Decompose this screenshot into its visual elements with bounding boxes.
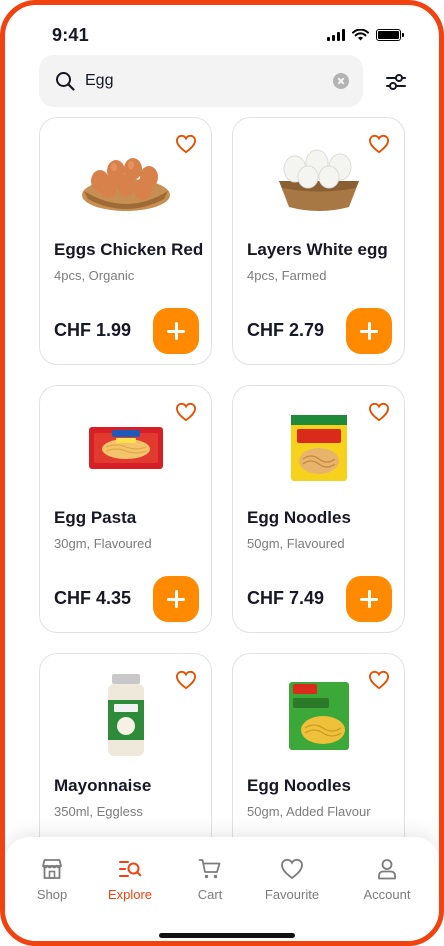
store-icon	[42, 859, 62, 879]
plus-icon	[360, 590, 378, 608]
product-name: Egg Noodles	[247, 508, 351, 527]
explore-icon	[119, 861, 142, 877]
product-image-brown-eggs	[40, 140, 211, 220]
search-input[interactable]	[85, 55, 325, 107]
product-name: Egg Pasta	[54, 508, 137, 527]
tab-favourite[interactable]: Favourite	[252, 857, 332, 902]
wifi-icon	[352, 29, 369, 41]
product-image-egg-noodles	[233, 408, 404, 488]
product-image-mayonnaise	[40, 674, 211, 756]
tab-label: Shop	[36, 887, 68, 902]
search-bar	[39, 55, 363, 107]
product-price: CHF 7.49	[247, 588, 325, 608]
tab-label: Cart	[197, 887, 223, 902]
product-image-egg-pasta	[40, 408, 211, 488]
tab-label: Account	[363, 887, 411, 902]
product-image-white-eggs	[233, 140, 404, 220]
add-to-cart-button[interactable]	[346, 576, 392, 622]
plus-icon	[360, 322, 378, 340]
home-indicator	[159, 933, 295, 938]
add-to-cart-button[interactable]	[153, 308, 199, 354]
product-subtitle: 4pcs, Farmed	[247, 268, 327, 283]
status-icons	[327, 29, 404, 41]
plus-icon	[167, 590, 185, 608]
user-icon	[378, 859, 396, 880]
tab-cart[interactable]: Cart	[170, 857, 250, 902]
plus-icon	[167, 322, 185, 340]
product-subtitle: 30gm, Flavoured	[54, 536, 152, 551]
battery-icon	[376, 29, 404, 41]
cart-icon	[198, 859, 221, 879]
product-subtitle: 4pcs, Organic	[54, 268, 135, 283]
product-subtitle: 50gm, Flavoured	[247, 536, 345, 551]
filter-icon[interactable]	[385, 71, 407, 93]
product-image-chicken-noodles	[233, 676, 404, 756]
heart-icon	[281, 858, 303, 880]
add-to-cart-button[interactable]	[153, 576, 199, 622]
product-price: CHF 4.35	[54, 588, 132, 608]
product-name: Mayonnaise	[54, 776, 152, 795]
search-icon	[56, 72, 75, 91]
product-subtitle: 50gm, Added Flavour	[247, 804, 371, 819]
product-card[interactable]: Layers White egg 4pcs, Farmed CHF 2.79	[232, 117, 405, 365]
tab-explore[interactable]: Explore	[90, 857, 170, 902]
status-bar: 9:41	[5, 5, 439, 59]
product-card[interactable]: Egg Noodles 50gm, Flavoured CHF 7.49	[232, 385, 405, 633]
product-subtitle: 350ml, Eggless	[54, 804, 143, 819]
status-time: 9:41	[52, 25, 89, 45]
product-name: Eggs Chicken Red	[54, 240, 204, 259]
bottom-tab-bar: Shop Explore Cart Favourite Account	[5, 837, 439, 941]
tab-label: Favourite	[264, 887, 320, 902]
product-price: CHF 1.99	[54, 320, 132, 340]
product-card[interactable]: Eggs Chicken Red 4pcs, Organic CHF 1.99	[39, 117, 212, 365]
product-card[interactable]: Egg Pasta 30gm, Flavoured CHF 4.35	[39, 385, 212, 633]
add-to-cart-button[interactable]	[346, 308, 392, 354]
clear-search-icon[interactable]	[333, 73, 349, 89]
product-price: CHF 2.79	[247, 320, 325, 340]
product-name: Layers White egg	[247, 240, 388, 259]
signal-icon	[327, 29, 345, 41]
product-name: Egg Noodles	[247, 776, 351, 795]
tab-shop[interactable]: Shop	[12, 857, 92, 902]
tab-account[interactable]: Account	[347, 857, 427, 902]
phone-frame: 9:41 Egg Eggs Chicken Red 4pcs, Organic …	[0, 0, 444, 946]
tab-label: Explore	[107, 887, 153, 902]
